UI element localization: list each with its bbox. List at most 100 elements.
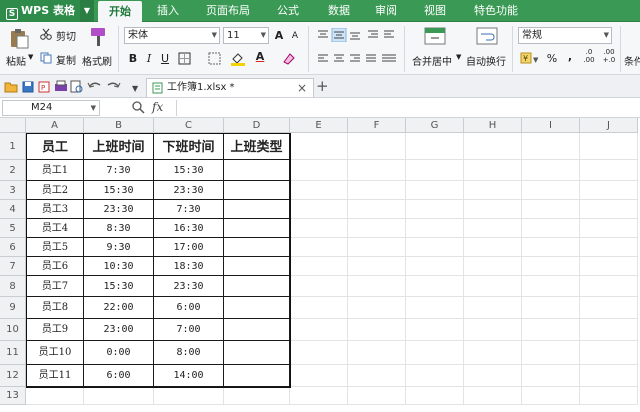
table-cell[interactable]: 员工3 [26,200,84,219]
table-cell[interactable] [580,133,638,160]
table-cell[interactable]: 8:30 [84,219,154,238]
cut-icon[interactable] [40,28,52,40]
table-cell[interactable] [348,341,406,365]
formula-input[interactable] [176,100,638,116]
table-cell[interactable] [580,181,638,200]
table-cell[interactable]: 8:00 [154,341,224,365]
menu-tab[interactable]: 特色功能 [464,0,528,22]
table-cell[interactable] [290,319,348,341]
table-cell[interactable] [224,257,290,276]
table-cell[interactable] [224,387,290,405]
row-header[interactable]: 1 [0,133,26,160]
row-header[interactable]: 5 [0,219,26,238]
table-cell[interactable]: 上班类型 [224,133,290,160]
table-cell[interactable] [348,181,406,200]
table-cell[interactable] [580,387,638,405]
table-cell[interactable] [224,219,290,238]
table-cell[interactable] [522,200,580,219]
table-cell[interactable] [464,181,522,200]
grow-font-button[interactable]: A [272,28,286,43]
column-header[interactable]: I [522,118,580,133]
borders-icon[interactable] [178,52,192,65]
menu-tab[interactable]: 视图 [410,0,460,22]
table-cell[interactable] [464,319,522,341]
table-cell[interactable] [348,387,406,405]
vertical-align-icons[interactable] [316,28,396,42]
table-cell[interactable] [580,276,638,297]
font-size-select[interactable]: 11 ▼ [223,27,269,44]
zoom-function-icon[interactable] [132,101,145,114]
table-cell[interactable] [26,387,84,405]
table-cell[interactable] [522,133,580,160]
table-cell[interactable]: 员工11 [26,365,84,387]
currency-icon[interactable]: ¥ ▼ [520,52,540,65]
row-header[interactable]: 9 [0,297,26,319]
table-cell[interactable] [580,319,638,341]
table-cell[interactable] [406,365,464,387]
table-cell[interactable]: 员工5 [26,238,84,257]
underline-button[interactable]: U [158,51,172,66]
chevron-down-icon[interactable]: ▼ [91,101,96,115]
table-cell[interactable] [464,387,522,405]
table-cell[interactable] [522,219,580,238]
column-header[interactable]: G [406,118,464,133]
table-cell[interactable] [580,219,638,238]
quick-access-icons[interactable]: P ▼ [4,80,140,94]
close-tab-icon[interactable]: × [297,79,307,97]
table-cell[interactable]: 10:30 [84,257,154,276]
table-cell[interactable]: 9:30 [84,238,154,257]
table-cell[interactable] [406,319,464,341]
menu-tab[interactable]: 插入 [146,0,190,22]
italic-button[interactable]: I [142,51,156,66]
table-cell[interactable] [580,257,638,276]
table-cell[interactable] [464,238,522,257]
paste-icon[interactable] [8,27,30,49]
conditional-format-button[interactable]: 条件 [624,53,640,68]
paste-dropdown-icon[interactable]: ▼ [28,53,33,61]
table-cell[interactable] [522,319,580,341]
table-cell[interactable]: 22:00 [84,297,154,319]
table-cell[interactable] [580,200,638,219]
table-cell[interactable]: 员工 [26,133,84,160]
table-cell[interactable]: 15:30 [84,276,154,297]
column-header[interactable]: C [154,118,224,133]
table-cell[interactable] [522,297,580,319]
table-cell[interactable] [522,181,580,200]
row-header[interactable]: 7 [0,257,26,276]
table-cell[interactable] [290,341,348,365]
decrease-decimal-button[interactable]: .00 +.0 [600,48,618,64]
insert-function-button[interactable]: fx [152,100,163,114]
row-header[interactable]: 13 [0,387,26,405]
table-cell[interactable]: 7:30 [84,160,154,181]
increase-decimal-button[interactable]: .0.00 [580,48,598,64]
table-cell[interactable] [290,276,348,297]
table-cell[interactable] [290,219,348,238]
merge-cells-icon[interactable] [208,52,222,65]
table-cell[interactable] [348,133,406,160]
shrink-font-button[interactable]: A [288,29,302,44]
menu-tab[interactable]: 开始 [98,1,142,22]
table-cell[interactable] [406,341,464,365]
table-cell[interactable]: 17:00 [154,238,224,257]
table-cell[interactable] [348,160,406,181]
column-header[interactable]: A [26,118,84,133]
table-cell[interactable] [406,133,464,160]
table-cell[interactable]: 员工10 [26,341,84,365]
table-cell[interactable] [290,181,348,200]
table-cell[interactable]: 员工1 [26,160,84,181]
table-cell[interactable] [224,365,290,387]
table-cell[interactable] [290,200,348,219]
new-tab-button[interactable]: + [316,77,329,95]
table-cell[interactable] [154,387,224,405]
column-header[interactable]: B [84,118,154,133]
column-header[interactable]: F [348,118,406,133]
table-cell[interactable] [580,341,638,365]
thousands-separator-button[interactable]: , [563,49,577,64]
table-cell[interactable]: 下班时间 [154,133,224,160]
table-cell[interactable] [464,341,522,365]
column-header[interactable]: D [224,118,290,133]
table-cell[interactable] [290,238,348,257]
clear-format-icon[interactable] [282,52,296,65]
table-cell[interactable] [522,365,580,387]
document-tab[interactable]: 工作簿1.xlsx * × [146,78,314,97]
